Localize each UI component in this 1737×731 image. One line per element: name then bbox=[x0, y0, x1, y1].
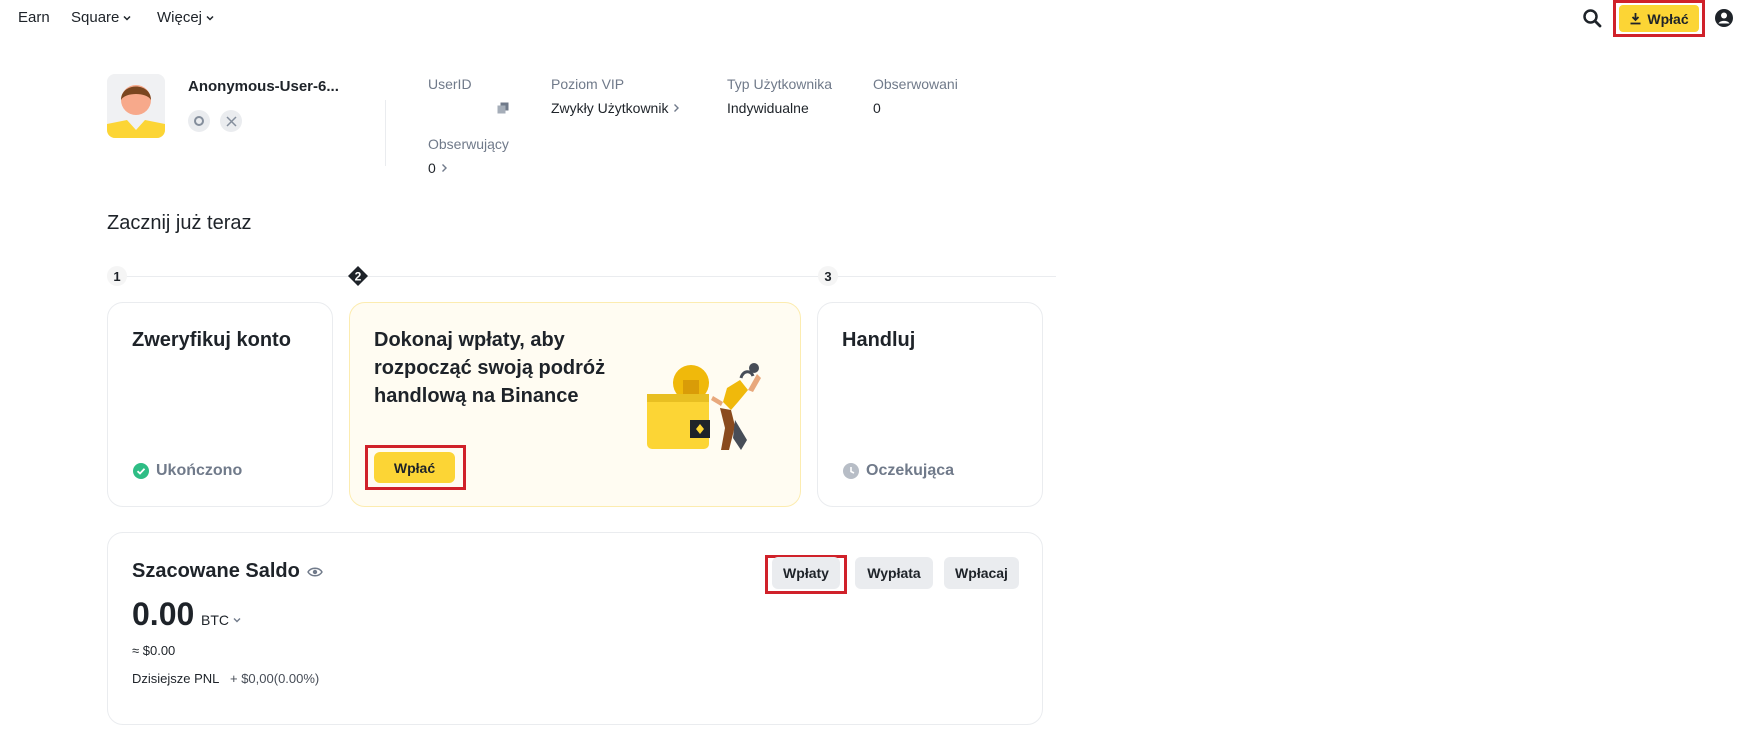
x-twitter-icon[interactable] bbox=[220, 110, 242, 132]
followers-count: 0 bbox=[428, 160, 436, 176]
chevron-right-icon bbox=[441, 164, 447, 172]
nav-square-label: Square bbox=[71, 9, 120, 26]
balance-amount: 0.00 bbox=[132, 596, 195, 632]
chevron-right-icon bbox=[674, 104, 680, 112]
check-circle-icon bbox=[133, 463, 149, 479]
following-value[interactable]: 0 bbox=[873, 100, 881, 116]
deposit-card-title-line-2: rozpocząć swoją podróż bbox=[374, 357, 606, 379]
download-icon bbox=[1630, 13, 1641, 25]
step-2-number: 2 bbox=[348, 266, 368, 286]
get-started-title: Zacznij już teraz bbox=[107, 212, 252, 234]
nav-more-label: Więcej bbox=[157, 9, 203, 26]
following-count: 0 bbox=[873, 100, 881, 116]
top-navigation: Earn Square Więcej Wpłać bbox=[0, 0, 1737, 37]
nav-square[interactable]: Square bbox=[71, 9, 131, 26]
svg-text:2: 2 bbox=[355, 270, 362, 284]
chevron-down-icon bbox=[233, 618, 241, 623]
deposit-button[interactable]: Wpłać bbox=[1619, 5, 1699, 32]
user-type-text: Indywidualne bbox=[727, 100, 809, 116]
verify-status-text: Ukończono bbox=[156, 462, 243, 479]
search-icon[interactable] bbox=[1582, 8, 1602, 28]
following-label: Obserwowani bbox=[873, 76, 958, 92]
balance-unit-text: BTC bbox=[201, 612, 229, 628]
user-type-label: Typ Użytkownika bbox=[727, 76, 833, 92]
link-icon bbox=[194, 116, 204, 126]
verify-status: Ukończono bbox=[133, 462, 242, 480]
chevron-down-icon bbox=[123, 15, 131, 21]
steps-progress-line bbox=[110, 276, 1056, 277]
deposit-card-title-line-1: Dokonaj wpłaty, aby bbox=[374, 329, 565, 351]
withdraw-button[interactable]: Wypłata bbox=[855, 557, 933, 589]
userid-label: UserID bbox=[428, 76, 472, 92]
copy-icon[interactable] bbox=[497, 102, 509, 114]
x-logo-icon bbox=[225, 115, 237, 127]
avatar bbox=[107, 74, 165, 138]
eye-icon[interactable] bbox=[307, 566, 323, 578]
vip-level-label: Poziom VIP bbox=[551, 76, 625, 92]
vip-level-value[interactable]: Zwykły Użytkownik bbox=[551, 100, 680, 116]
deposits-button[interactable]: Wpłaty bbox=[772, 557, 840, 589]
verify-card-title: Zweryfikuj konto bbox=[132, 329, 291, 351]
vertical-divider bbox=[385, 100, 386, 166]
nav-earn[interactable]: Earn bbox=[18, 9, 50, 26]
step-3-number: 3 bbox=[818, 266, 838, 286]
card-deposit-button[interactable]: Wpłać bbox=[374, 452, 455, 483]
wallet-coin-illustration bbox=[647, 363, 761, 450]
balance-usd-equivalent: ≈ $0.00 bbox=[132, 643, 176, 658]
nav-earn-label: Earn bbox=[18, 9, 50, 26]
balance-unit-selector[interactable]: BTC bbox=[201, 612, 241, 628]
clock-icon bbox=[843, 463, 859, 479]
pnl-value: + $0,00(0.00%) bbox=[230, 671, 320, 686]
followers-label: Obserwujący bbox=[428, 136, 509, 152]
social-link-icon[interactable] bbox=[188, 110, 210, 132]
username: Anonymous-User-6... bbox=[188, 78, 339, 95]
followers-value[interactable]: 0 bbox=[428, 160, 448, 176]
step-1-number: 1 bbox=[107, 266, 127, 286]
user-type-value: Indywidualne bbox=[727, 100, 809, 116]
deposit-card-title-line-3: handlową na Binance bbox=[374, 385, 579, 407]
deposit-button-label: Wpłać bbox=[1647, 10, 1689, 27]
chevron-down-icon bbox=[206, 15, 214, 21]
transfer-button[interactable]: Wpłacaj bbox=[944, 557, 1019, 589]
nav-more[interactable]: Więcej bbox=[157, 9, 214, 26]
estimated-balance-title: Szacowane Saldo bbox=[132, 560, 323, 583]
trade-card-title: Handluj bbox=[842, 329, 916, 351]
pnl-label: Dzisiejsze PNL bbox=[132, 671, 220, 686]
vip-level-text: Zwykły Użytkownik bbox=[551, 100, 669, 116]
trade-status: Oczekująca bbox=[843, 462, 954, 480]
user-account-icon[interactable] bbox=[1714, 8, 1734, 28]
trade-status-text: Oczekująca bbox=[866, 462, 955, 479]
estimated-balance-title-text: Szacowane Saldo bbox=[132, 560, 300, 582]
